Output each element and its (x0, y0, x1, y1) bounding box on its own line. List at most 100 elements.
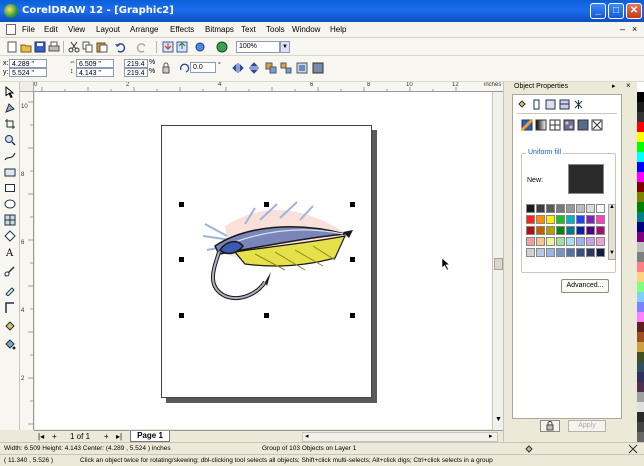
palette-swatch[interactable] (586, 248, 595, 257)
palette-scroll-up-icon[interactable]: ▲ (609, 204, 615, 210)
menu-text[interactable]: Text (241, 25, 256, 34)
scroll-down-icon[interactable]: ▼ (495, 416, 502, 423)
horizontal-ruler[interactable]: 0 2 4 6 8 10 12 inches (34, 82, 510, 92)
fountain-fill-icon[interactable] (535, 119, 547, 131)
color-strip-swatch[interactable] (637, 212, 644, 222)
ungroup-icon[interactable] (280, 62, 292, 74)
palette-swatch[interactable] (596, 215, 605, 224)
palette-swatch[interactable] (526, 237, 535, 246)
copy-icon[interactable] (82, 41, 94, 53)
palette-swatch[interactable] (536, 237, 545, 246)
menu-help[interactable]: Help (330, 25, 346, 34)
to-curves-icon[interactable] (312, 62, 324, 74)
selection-handle-top-right[interactable] (350, 202, 355, 207)
color-strip-swatch[interactable] (637, 422, 644, 432)
vertical-ruler[interactable]: 10 8 6 4 2 (20, 92, 34, 430)
palette-swatch[interactable] (546, 248, 555, 257)
color-strip-swatch[interactable] (637, 312, 644, 322)
scroll-right-icon[interactable]: ▸ (489, 432, 493, 440)
palette-swatch[interactable] (576, 215, 585, 224)
paste-icon[interactable] (96, 41, 108, 53)
fill-color-palette[interactable] (526, 204, 606, 260)
fill-tab-icon[interactable] (517, 99, 528, 110)
outline-tab-icon[interactable] (531, 99, 542, 110)
palette-swatch[interactable] (576, 237, 585, 246)
lock-button[interactable] (540, 420, 560, 432)
next-page-icon[interactable]: + (104, 432, 109, 441)
palette-swatch[interactable] (566, 226, 575, 235)
color-strip-swatch[interactable] (637, 292, 644, 302)
coreldraw-app-icon[interactable] (4, 4, 18, 18)
selection-handle-top-left[interactable] (179, 202, 184, 207)
vertical-scrollbar-thumb[interactable] (494, 258, 503, 270)
palette-swatch[interactable] (596, 248, 605, 257)
color-palette-strip[interactable] (637, 82, 644, 442)
smart-fill-tool-icon[interactable] (4, 166, 16, 178)
zoom-level-field[interactable]: 100% (236, 41, 280, 53)
color-strip-swatch[interactable] (637, 432, 644, 442)
interactive-fill-tool-icon[interactable] (4, 338, 16, 350)
new-document-icon[interactable] (6, 41, 18, 53)
palette-swatch[interactable] (536, 215, 545, 224)
open-icon[interactable] (20, 41, 32, 53)
palette-swatch[interactable] (546, 204, 555, 213)
color-strip-swatch[interactable] (637, 222, 644, 232)
polygon-tool-icon[interactable] (4, 214, 16, 226)
doc-minimize-icon[interactable]: – (620, 24, 625, 34)
group-icon[interactable] (265, 62, 277, 74)
menu-window[interactable]: Window (292, 25, 320, 34)
export-icon[interactable] (176, 41, 188, 53)
palette-swatch[interactable] (546, 237, 555, 246)
palette-scroll-down-icon[interactable]: ▼ (609, 250, 615, 256)
palette-swatch[interactable] (526, 204, 535, 213)
color-strip-swatch[interactable] (637, 402, 644, 412)
tab-page-1[interactable]: Page 1 (130, 431, 170, 442)
ruler-origin[interactable] (20, 82, 34, 92)
color-strip-swatch[interactable] (637, 372, 644, 382)
palette-swatch[interactable] (566, 248, 575, 257)
palette-swatch[interactable] (536, 248, 545, 257)
scale-y-field[interactable]: 219.4 (124, 68, 148, 77)
selection-handle-bottom[interactable] (264, 313, 269, 318)
redo-icon[interactable] (136, 41, 148, 53)
general-tab-icon[interactable] (545, 99, 556, 110)
basic-shapes-tool-icon[interactable] (4, 230, 16, 242)
palette-swatch[interactable] (536, 204, 545, 213)
corel-online-icon[interactable] (216, 41, 228, 53)
fill-tool-icon[interactable] (4, 320, 16, 332)
fishing-fly-clipart[interactable] (185, 196, 355, 306)
x-position-field[interactable]: 4.289 " (9, 59, 47, 68)
print-icon[interactable] (48, 41, 60, 53)
palette-swatch[interactable] (556, 237, 565, 246)
cut-icon[interactable] (68, 41, 80, 53)
no-fill-icon[interactable] (591, 119, 603, 131)
palette-swatch[interactable] (556, 215, 565, 224)
palette-swatch[interactable] (556, 248, 565, 257)
save-icon[interactable] (34, 41, 46, 53)
ellipse-tool-icon[interactable] (4, 198, 16, 210)
internet-tab-icon[interactable] (573, 99, 584, 110)
maximize-button[interactable]: □ (608, 3, 624, 19)
color-strip-swatch[interactable] (637, 172, 644, 182)
color-strip-swatch[interactable] (637, 122, 644, 132)
scale-x-field[interactable]: 219.4 (124, 59, 148, 68)
mirror-horizontal-icon[interactable] (232, 62, 244, 74)
vertical-scrollbar[interactable]: ▼ (492, 92, 503, 430)
color-strip-swatch[interactable] (637, 252, 644, 262)
menu-effects[interactable]: Effects (170, 25, 194, 34)
color-strip-swatch[interactable] (637, 272, 644, 282)
selection-handle-bottom-left[interactable] (179, 313, 184, 318)
palette-swatch[interactable] (566, 237, 575, 246)
palette-swatch[interactable] (586, 204, 595, 213)
width-field[interactable]: 6.509 " (76, 59, 114, 68)
mirror-vertical-icon[interactable] (248, 62, 260, 74)
palette-swatch[interactable] (586, 215, 595, 224)
zoom-dropdown-arrow-icon[interactable]: ▼ (280, 41, 290, 53)
palette-swatch[interactable] (546, 226, 555, 235)
y-position-field[interactable]: 5.524 " (9, 68, 47, 77)
import-icon[interactable] (162, 41, 174, 53)
color-strip-swatch[interactable] (637, 162, 644, 172)
pattern-fill-icon[interactable] (549, 119, 561, 131)
last-page-icon[interactable]: ▸| (116, 432, 122, 441)
docker-pin-icon[interactable]: ▸ (612, 82, 616, 90)
